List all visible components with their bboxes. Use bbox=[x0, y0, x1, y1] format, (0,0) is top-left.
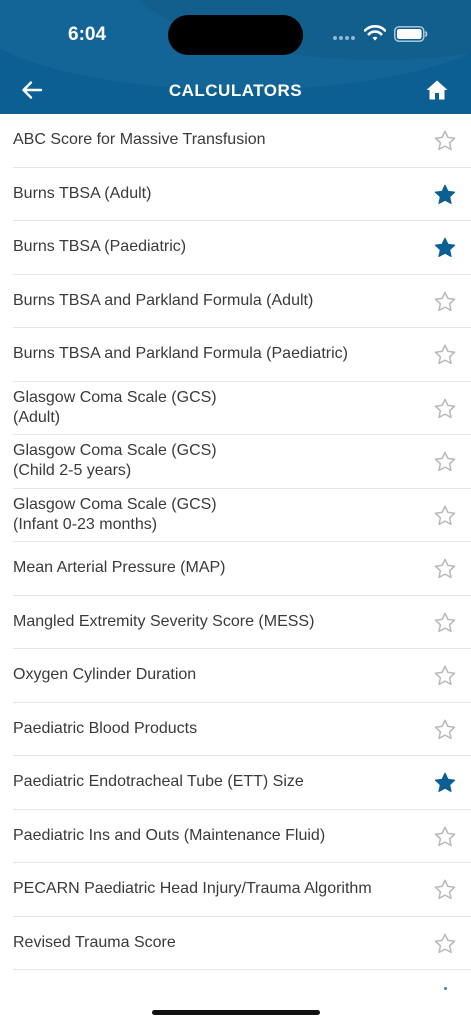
calculator-list-item[interactable]: Mangled Extremity Severity Score (MESS) bbox=[13, 596, 471, 649]
calculator-list-item[interactable]: Burns TBSA (Adult) bbox=[13, 168, 471, 221]
calculator-label: Glasgow Coma Scale (GCS) (Infant 0-23 mo… bbox=[13, 495, 217, 533]
dynamic-island bbox=[168, 15, 303, 55]
calculator-label: Mean Arterial Pressure (MAP) bbox=[13, 559, 226, 577]
calculator-list-item[interactable]: Paediatric Ins and Outs (Maintenance Flu… bbox=[13, 810, 471, 863]
calculator-list-item[interactable]: Burns TBSA and Parkland Formula (Paediat… bbox=[13, 328, 471, 382]
star-filled-icon[interactable] bbox=[434, 237, 456, 258]
star-outline-icon[interactable] bbox=[434, 291, 456, 312]
calculator-label: PECARN Paediatric Head Injury/Trauma Alg… bbox=[13, 880, 372, 898]
calculator-list-item[interactable]: Paediatric Blood Products bbox=[13, 703, 471, 756]
calculator-label: Burns TBSA (Paediatric) bbox=[13, 238, 187, 256]
calculator-list-item[interactable]: Burns TBSA and Parkland Formula (Adult) bbox=[13, 275, 471, 328]
star-outline-icon[interactable] bbox=[434, 505, 456, 526]
battery-icon bbox=[394, 26, 428, 42]
star-outline-icon[interactable] bbox=[434, 719, 456, 740]
calculator-list-item[interactable]: ABC Score for Massive Transfusion bbox=[13, 114, 471, 168]
calculator-label: Burns TBSA and Parkland Formula (Paediat… bbox=[13, 345, 348, 363]
calculator-list-item[interactable]: Glasgow Coma Scale (GCS) (Child 2-5 year… bbox=[13, 435, 471, 489]
page-title: CALCULATORS bbox=[168, 81, 303, 100]
star-outline-icon[interactable] bbox=[434, 558, 456, 579]
calculator-label: Oxygen Cylinder Duration bbox=[13, 666, 197, 684]
app-header: 6:04 CALCULATORS bbox=[0, 0, 471, 114]
calculator-label: Paediatric Blood Products bbox=[13, 719, 198, 737]
calculator-list-item[interactable]: Glasgow Coma Scale (GCS) (Adult) bbox=[13, 382, 471, 435]
calculator-label: Glasgow Coma Scale (GCS) (Adult) bbox=[13, 388, 217, 426]
home-indicator[interactable] bbox=[152, 1010, 320, 1015]
calculator-label: Paediatric Ins and Outs (Maintenance Flu… bbox=[13, 826, 326, 844]
star-outline-icon[interactable] bbox=[434, 451, 456, 472]
home-icon[interactable] bbox=[425, 78, 449, 102]
calculator-label: Burns TBSA (Adult) bbox=[13, 184, 152, 202]
star-outline-icon[interactable] bbox=[434, 612, 456, 633]
calculator-list-item[interactable]: Oxygen Cylinder Duration bbox=[13, 649, 471, 703]
calculator-label: Burns TBSA and Parkland Formula (Adult) bbox=[13, 291, 314, 309]
star-outline-icon[interactable] bbox=[434, 344, 456, 365]
back-arrow-icon[interactable] bbox=[20, 78, 44, 102]
star-outline-icon[interactable] bbox=[434, 879, 456, 900]
calculator-list-item[interactable]: Glasgow Coma Scale (GCS) (Infant 0-23 mo… bbox=[13, 489, 471, 542]
calculator-label: Revised Trauma Score bbox=[13, 933, 176, 951]
star-outline-icon[interactable] bbox=[434, 933, 456, 954]
calculator-list: ABC Score for Massive Transfusion Burns T… bbox=[0, 114, 471, 994]
calculator-list-item[interactable]: PECARN Paediatric Head Injury/Trauma Alg… bbox=[13, 863, 471, 917]
calculator-label: Paediatric Endotracheal Tube (ETT) Size bbox=[13, 773, 304, 791]
calculator-label: ABC Score for Massive Transfusion bbox=[13, 131, 266, 149]
calculator-list-item[interactable]: Revised Trauma Score bbox=[13, 917, 471, 970]
status-time: 6:04 bbox=[68, 24, 107, 45]
calculator-list-item[interactable]: Paediatric Endotracheal Tube (ETT) Size bbox=[13, 756, 471, 810]
star-filled-icon[interactable] bbox=[434, 184, 456, 205]
cellular-signal-icon bbox=[333, 36, 359, 42]
calculator-list-item[interactable]: Burns TBSA (Paediatric) bbox=[13, 221, 471, 275]
star-filled-icon[interactable] bbox=[434, 772, 456, 793]
star-outline-icon[interactable] bbox=[434, 826, 456, 847]
calculator-list-item[interactable]: Mean Arterial Pressure (MAP) bbox=[13, 542, 471, 596]
scroll-indicator bbox=[444, 987, 447, 990]
star-outline-icon[interactable] bbox=[434, 130, 456, 151]
star-outline-icon[interactable] bbox=[434, 398, 456, 419]
calculator-label: Mangled Extremity Severity Score (MESS) bbox=[13, 612, 315, 630]
wifi-icon bbox=[364, 25, 386, 41]
calculator-label: Glasgow Coma Scale (GCS) (Child 2-5 year… bbox=[13, 442, 217, 480]
star-outline-icon[interactable] bbox=[434, 665, 456, 686]
